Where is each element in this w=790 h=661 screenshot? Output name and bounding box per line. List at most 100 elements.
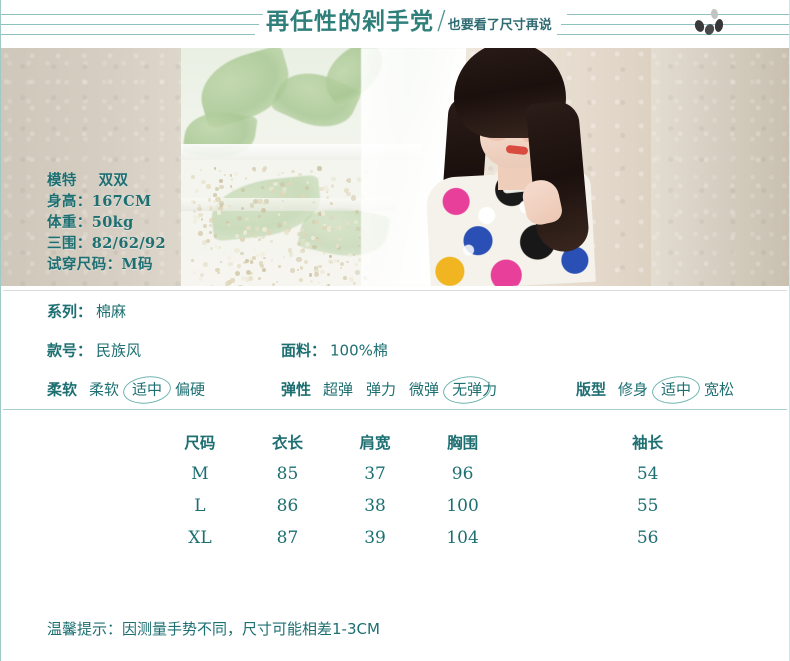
fabric-field: 面料： 100%棉 — [281, 340, 388, 361]
size-table-spacer — [1, 522, 156, 554]
flower-dot — [210, 247, 214, 250]
flower-dot — [323, 223, 326, 227]
flower-dot — [329, 215, 334, 220]
header-title-main: 再任性的剁手党 — [266, 8, 434, 35]
flower-dot — [222, 252, 225, 255]
flower-dot — [201, 179, 206, 185]
flower-dot — [309, 279, 313, 283]
softness-option-stiff[interactable]: 偏硬 — [173, 379, 207, 400]
model-name-row: 模特 双双 — [47, 170, 166, 191]
cell-size-m: M — [191, 464, 209, 484]
flower-dot — [299, 277, 304, 282]
cell-bust-m: 96 — [451, 464, 474, 484]
flower-dot — [191, 259, 194, 262]
flower-dot — [224, 204, 229, 210]
flower-dot — [308, 273, 312, 277]
flower-dot — [193, 271, 197, 275]
flower-dot — [255, 253, 260, 257]
flower-dot — [319, 243, 322, 246]
elasticity-option-elastic[interactable]: 弹力 — [364, 379, 398, 400]
model-name-value: 双双 — [98, 172, 129, 189]
bean-dark-3-icon — [713, 18, 725, 33]
flower-dot — [218, 245, 222, 249]
flower-dot — [257, 215, 262, 219]
flower-dot — [240, 237, 246, 243]
flower-dot — [213, 193, 218, 197]
dried-flowers — [191, 166, 372, 286]
flower-dot — [303, 232, 307, 237]
flower-dot — [317, 281, 321, 284]
flower-dot — [244, 177, 248, 180]
flower-dot — [346, 191, 351, 196]
flower-dot — [199, 169, 202, 172]
elasticity-option-super[interactable]: 超弹 — [321, 379, 355, 400]
flower-dot — [322, 252, 326, 256]
header-title-subtitle: 也要看了尺寸再说 — [447, 18, 552, 33]
flower-dot — [260, 234, 265, 239]
flower-dot — [214, 245, 217, 248]
flower-dot — [245, 216, 250, 221]
flower-dot — [330, 202, 334, 205]
size-table-spacer — [1, 426, 156, 458]
flower-dot — [296, 241, 302, 247]
size-table-spacer — [1, 458, 156, 490]
flower-dot — [192, 200, 197, 204]
flower-dot — [228, 204, 231, 208]
softness-label: 柔软 — [47, 380, 78, 399]
fit-option-loose[interactable]: 宽松 — [702, 379, 736, 400]
model-figure — [406, 48, 616, 286]
flower-dot — [219, 170, 222, 173]
spec-row-series: 系列： 棉麻 — [1, 291, 789, 331]
flower-dot — [341, 217, 344, 221]
flower-dot — [354, 210, 360, 215]
elasticity-option-none[interactable]: 无弹力 — [450, 379, 499, 400]
flower-dot — [270, 258, 274, 262]
elasticity-option-slight[interactable]: 微弹 — [407, 379, 441, 400]
flower-dot — [288, 252, 293, 257]
flower-dot — [320, 211, 326, 216]
flower-dot — [198, 277, 202, 281]
flower-dot — [220, 260, 223, 263]
flower-dot — [231, 187, 235, 192]
flower-dot — [213, 167, 217, 170]
model-photo — [181, 48, 651, 286]
flower-dot — [262, 168, 266, 172]
series-label: 系列： — [47, 302, 93, 321]
flower-dot — [353, 253, 356, 257]
flower-dot — [330, 183, 335, 188]
flower-dot — [304, 185, 309, 190]
flower-dot — [335, 244, 339, 248]
fit-option-regular[interactable]: 适中 — [659, 379, 693, 400]
flower-dot — [296, 256, 302, 262]
flower-dot — [311, 200, 316, 205]
flower-dot — [203, 262, 209, 268]
series-value: 棉麻 — [96, 302, 127, 321]
flower-dot — [236, 263, 241, 268]
style-label: 款号： — [47, 341, 93, 360]
flower-dot — [288, 182, 292, 186]
flower-dot — [260, 207, 267, 214]
style-field: 款号： 民族风 — [47, 340, 141, 361]
footer-note: 温馨提示：因测量手势不同，尺寸可能相差1-3CM — [47, 620, 380, 638]
softness-option-medium[interactable]: 适中 — [130, 379, 164, 400]
flower-dot — [312, 245, 317, 250]
flower-dot — [282, 200, 285, 203]
fit-option-slim[interactable]: 修身 — [616, 379, 650, 400]
style-value: 民族风 — [96, 341, 142, 360]
flower-dot — [339, 262, 345, 267]
softness-group: 柔软 柔软 适中 偏硬 — [47, 379, 216, 400]
flower-dot — [290, 179, 293, 182]
flower-dot — [277, 213, 281, 217]
flower-dot — [261, 267, 266, 272]
flower-dot — [313, 219, 319, 225]
flower-dot — [333, 258, 338, 264]
flower-dot — [354, 219, 358, 224]
softness-option-soft[interactable]: 柔软 — [87, 379, 121, 400]
flower-dot — [260, 186, 264, 190]
model-measurements: 三围：82/62/92 — [47, 235, 167, 252]
flower-dot — [240, 188, 245, 193]
flower-dot — [249, 203, 255, 209]
flower-dot — [339, 267, 342, 270]
divider-mid — [3, 409, 787, 410]
flower-dot — [297, 172, 302, 177]
